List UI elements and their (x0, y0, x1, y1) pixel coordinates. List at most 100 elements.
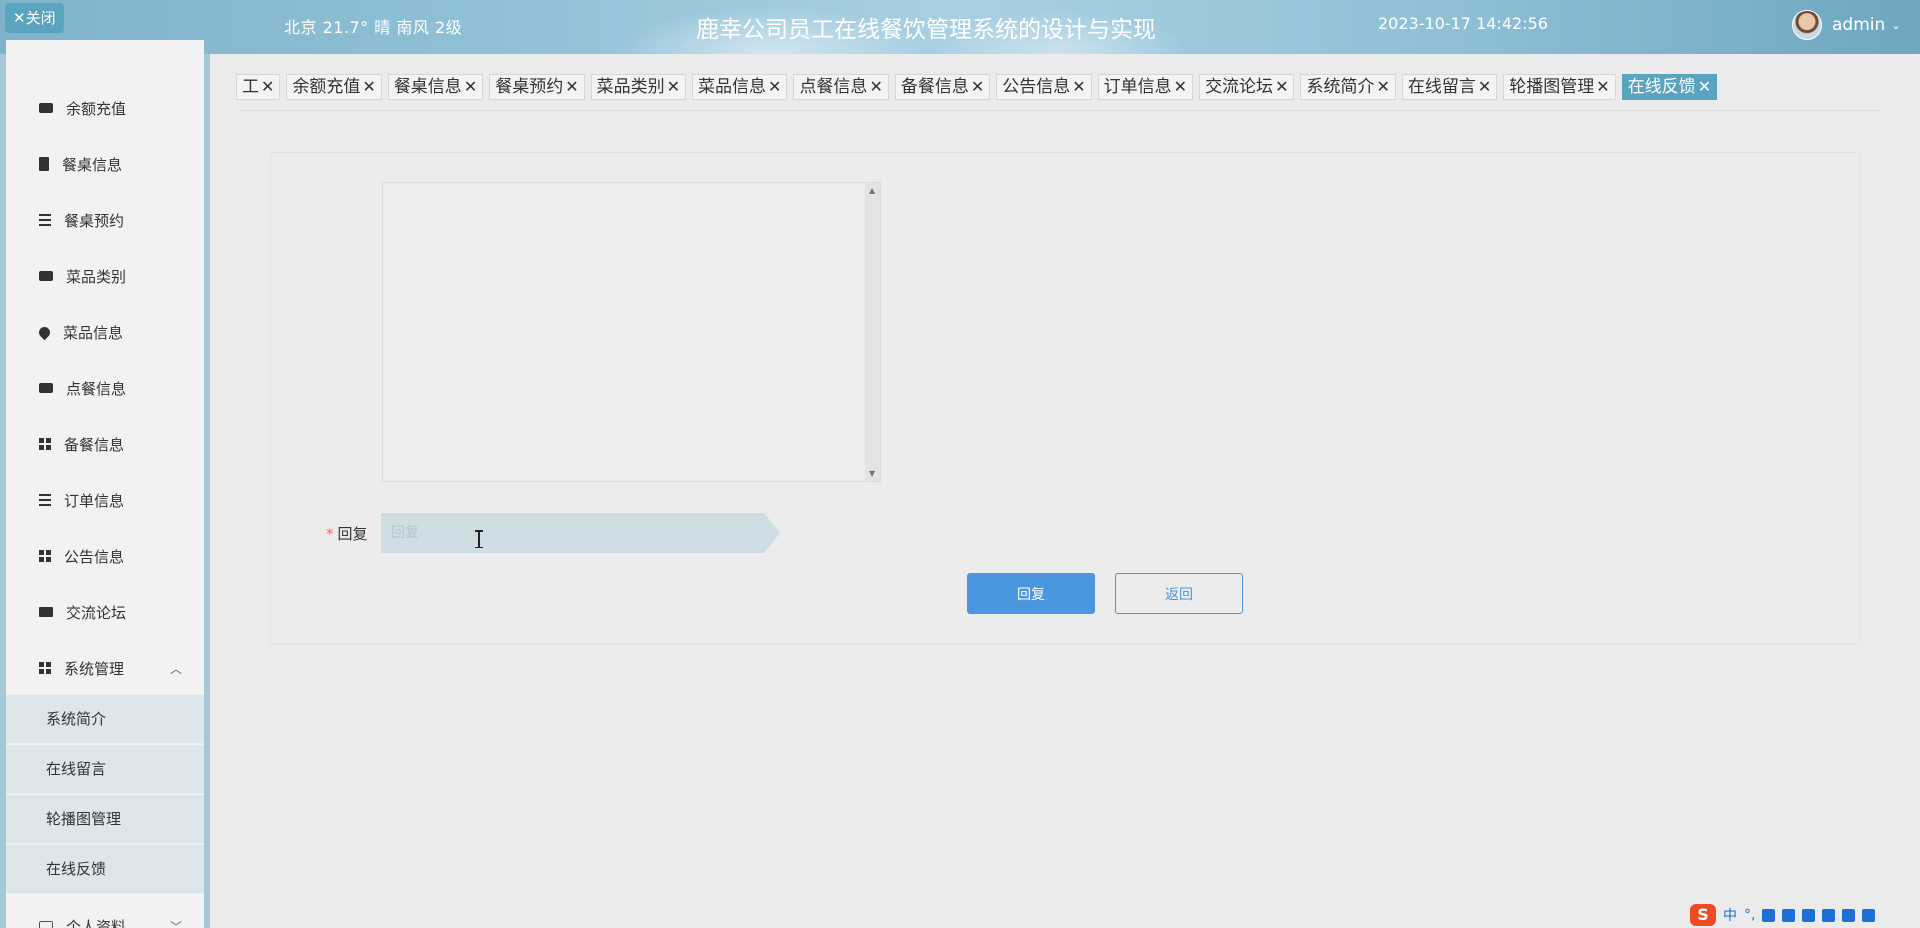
current-datetime: 2023-10-17 14:42:56 (1378, 14, 1548, 33)
close-icon[interactable]: ✕ (1478, 77, 1491, 96)
sidebar-subitem-online-feedback[interactable]: 在线反馈 (6, 845, 204, 894)
chevron-down-icon[interactable]: ﹀ (170, 918, 182, 928)
close-icon[interactable]: ✕ (768, 77, 781, 96)
tab-label: 公告信息 (1002, 77, 1071, 97)
sidebar-item-dish-info[interactable]: 菜品信息 (6, 310, 204, 354)
tab-online-feedback[interactable]: 在线反馈 ✕ (1621, 74, 1718, 100)
user-menu[interactable]: admin ⌄ (1792, 10, 1901, 40)
textarea-scrollbar[interactable]: ▲ ▼ (865, 183, 880, 481)
tab-order-info[interactable]: 订单信息 ✕ (1097, 74, 1194, 100)
tabs-divider (240, 110, 1880, 111)
sidebar-subitem-carousel-management[interactable]: 轮播图管理 (6, 795, 204, 844)
sidebar-item-order-food[interactable]: 点餐信息 (6, 366, 204, 410)
sidebar: 余额充值 餐桌信息 餐桌预约 菜品类别 菜品信息 点餐信息 备餐信息 订单信息 … (6, 40, 204, 928)
tab-meal-prep[interactable]: 备餐信息 ✕ (894, 74, 991, 100)
sidebar-item-table-reservation[interactable]: 餐桌预约 (6, 198, 204, 242)
sidebar-item-profile[interactable]: 个人资料 ﹀ (6, 904, 204, 928)
sidebar-item-table-info[interactable]: 餐桌信息 (6, 142, 204, 186)
card-icon (39, 271, 53, 281)
sidebar-subitem-online-message[interactable]: 在线留言 (6, 745, 204, 794)
id-card-icon (39, 920, 53, 928)
sidebar-item-label: 余额充值 (66, 99, 127, 118)
tab-partial[interactable]: 工 ✕ (236, 74, 281, 100)
tab-table-reservation[interactable]: 餐桌预约 ✕ (489, 74, 585, 100)
close-icon[interactable]: ✕ (869, 77, 882, 96)
tab-label: 餐桌信息 (393, 77, 462, 97)
close-icon[interactable]: ✕ (1596, 77, 1609, 96)
grid-icon (39, 438, 51, 450)
sidebar-item-label: 菜品类别 (66, 267, 127, 286)
sidebar-item-label: 系统管理 (64, 659, 125, 678)
close-icon[interactable]: ✕ (464, 77, 477, 96)
grid-icon (39, 662, 51, 674)
settings-icon[interactable] (1862, 908, 1876, 922)
tab-label: 在线留言 (1407, 77, 1476, 97)
close-icon[interactable]: ✕ (261, 77, 274, 96)
chevron-down-icon[interactable]: ⌄ (1891, 19, 1900, 32)
scroll-up-icon[interactable]: ▲ (869, 186, 875, 195)
wallet-icon (39, 383, 53, 393)
sidebar-item-balance-recharge[interactable]: 余额充值 (6, 86, 204, 130)
tab-label: 系统简介 (1306, 77, 1375, 97)
tab-dish-info[interactable]: 菜品信息 ✕ (692, 74, 788, 100)
reply-input[interactable] (381, 513, 780, 553)
message-icon (39, 103, 53, 113)
tab-forum[interactable]: 交流论坛 ✕ (1199, 74, 1295, 100)
tab-carousel-management[interactable]: 轮播图管理 ✕ (1503, 74, 1616, 100)
required-mark: * (326, 525, 334, 543)
close-icon[interactable]: ✕ (362, 77, 375, 96)
reply-label: * 回复 (326, 523, 368, 544)
ime-mode-indicator[interactable]: 中 (1723, 905, 1737, 925)
sidebar-item-announcement[interactable]: 公告信息 (6, 534, 204, 578)
scroll-down-icon[interactable]: ▼ (869, 469, 875, 478)
close-icon[interactable]: ✕ (667, 77, 680, 96)
sidebar-item-label: 餐桌信息 (62, 155, 123, 174)
toolbox-icon[interactable] (1842, 908, 1856, 922)
close-icon[interactable]: ✕ (1698, 77, 1711, 96)
sogou-ime-icon[interactable]: S (1690, 904, 1716, 926)
list-icon (39, 214, 51, 226)
back-button[interactable]: 返回 (1115, 573, 1243, 614)
close-icon[interactable]: ✕ (1174, 77, 1187, 96)
tab-order-food[interactable]: 点餐信息 ✕ (793, 74, 889, 100)
chevron-up-icon[interactable]: ︿ (170, 660, 182, 677)
lines-icon (39, 494, 51, 506)
sidebar-item-forum[interactable]: 交流论坛 (6, 590, 204, 634)
tab-label: 轮播图管理 (1509, 77, 1595, 97)
punctuation-icon[interactable]: °, (1744, 907, 1755, 923)
username[interactable]: admin (1832, 15, 1885, 35)
sidebar-item-meal-prep[interactable]: 备餐信息 (6, 422, 204, 466)
reply-submit-button[interactable]: 回复 (967, 573, 1095, 614)
avatar[interactable] (1792, 10, 1822, 40)
tab-table-info[interactable]: 餐桌信息 ✕ (387, 74, 484, 100)
feedback-content-textarea[interactable]: ▲ ▼ (382, 182, 881, 482)
tab-label: 菜品信息 (698, 77, 767, 97)
sidebar-item-label: 公告信息 (64, 547, 125, 566)
sidebar-item-order-info[interactable]: 订单信息 (6, 478, 204, 522)
tab-announcement[interactable]: 公告信息 ✕ (996, 74, 1092, 100)
close-icon[interactable]: ✕ (971, 77, 984, 96)
top-header: ✕关闭 北京 21.7° 晴 南风 2级 鹿幸公司员工在线餐饮管理系统的设计与实… (0, 0, 1920, 54)
microphone-icon[interactable] (1762, 908, 1776, 922)
sidebar-item-dish-category[interactable]: 菜品类别 (6, 254, 204, 298)
tab-system-intro[interactable]: 系统简介 ✕ (1300, 74, 1396, 100)
sidebar-item-system-management[interactable]: 系统管理 ︿ (6, 646, 204, 690)
close-icon[interactable]: ✕ (565, 77, 578, 96)
close-icon[interactable]: ✕ (1376, 77, 1389, 96)
close-icon[interactable]: ✕ (1275, 77, 1288, 96)
emoji-icon[interactable] (1822, 908, 1836, 922)
tab-dish-category[interactable]: 菜品类别 ✕ (590, 74, 687, 100)
tab-balance-recharge[interactable]: 余额充值 ✕ (286, 74, 382, 100)
sidebar-subitem-system-intro[interactable]: 系统简介 (6, 695, 204, 744)
close-sidebar-button[interactable]: ✕关闭 (5, 3, 64, 33)
tab-label: 工 (242, 77, 259, 97)
keyboard-icon[interactable] (1782, 908, 1796, 922)
sidebar-item-label: 交流论坛 (66, 603, 127, 622)
weather-info: 北京 21.7° 晴 南风 2级 (284, 18, 463, 37)
close-icon[interactable]: ✕ (1072, 77, 1085, 96)
skin-icon[interactable] (1802, 908, 1816, 922)
grid-icon (39, 550, 51, 562)
tab-online-message[interactable]: 在线留言 ✕ (1401, 74, 1498, 100)
sidebar-item-label: 点餐信息 (66, 379, 127, 398)
reply-label-text: 回复 (337, 525, 368, 543)
